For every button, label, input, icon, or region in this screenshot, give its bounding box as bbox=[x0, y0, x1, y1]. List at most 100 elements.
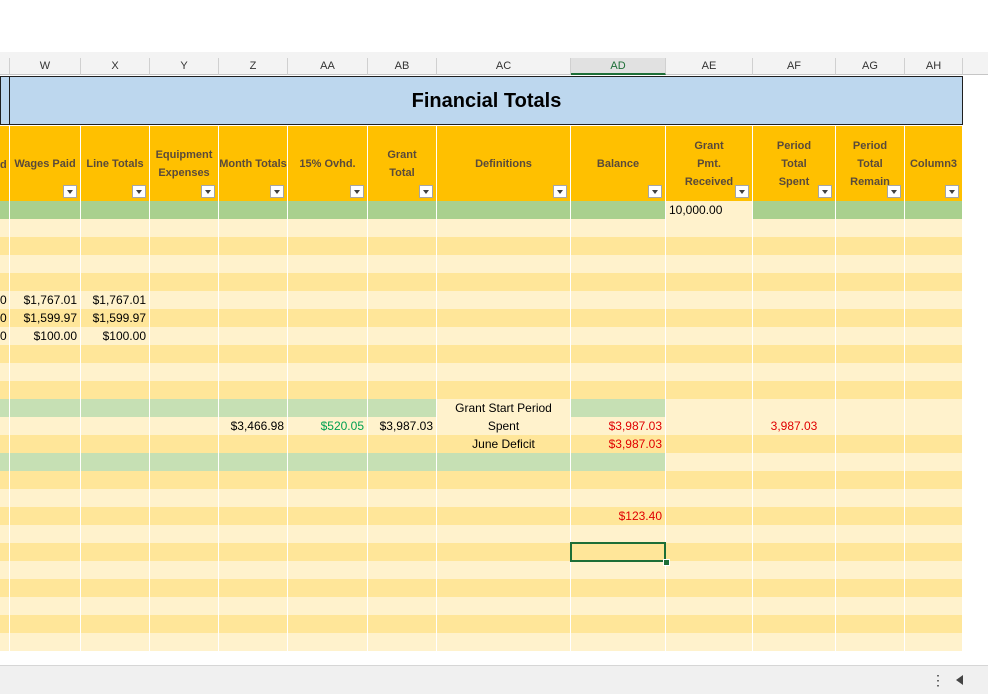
table-cell-w[interactable] bbox=[10, 615, 81, 633]
table-cell-ae[interactable] bbox=[666, 345, 753, 363]
table-cell-ac[interactable]: Spent bbox=[437, 417, 571, 435]
table-cell-ac[interactable] bbox=[437, 597, 571, 615]
table-cell-x[interactable]: $1,767.01 bbox=[81, 291, 150, 309]
table-cell-ac[interactable] bbox=[437, 219, 571, 237]
table-cell-af[interactable] bbox=[753, 489, 836, 507]
table-cell-x[interactable] bbox=[81, 417, 150, 435]
filter-dropdown-icon[interactable] bbox=[201, 185, 215, 198]
column-header-ag[interactable]: AG bbox=[836, 58, 905, 75]
table-cell-w[interactable] bbox=[10, 219, 81, 237]
filter-dropdown-icon[interactable] bbox=[132, 185, 146, 198]
table-cell-ah[interactable] bbox=[905, 471, 963, 489]
table-cell-ac[interactable] bbox=[437, 327, 571, 345]
column-header-partial[interactable] bbox=[0, 58, 10, 75]
table-cell-z[interactable]: $3,466.98 bbox=[219, 417, 288, 435]
table-cell-x[interactable]: $100.00 bbox=[81, 327, 150, 345]
table-cell-z[interactable] bbox=[219, 435, 288, 453]
table-cell-af[interactable] bbox=[753, 273, 836, 291]
table-cell-ah[interactable] bbox=[905, 219, 963, 237]
table-cell-ab[interactable] bbox=[368, 633, 437, 651]
table-cell-x[interactable] bbox=[81, 507, 150, 525]
table-cell-ab[interactable] bbox=[368, 507, 437, 525]
column-header-ae[interactable]: AE bbox=[666, 58, 753, 75]
scroll-left-icon[interactable] bbox=[956, 675, 963, 685]
table-cell-z[interactable] bbox=[219, 327, 288, 345]
table-cell-ac[interactable] bbox=[437, 255, 571, 273]
table-cell-ae[interactable] bbox=[666, 237, 753, 255]
table-cell-ac[interactable] bbox=[437, 579, 571, 597]
table-cell-ah[interactable] bbox=[905, 579, 963, 597]
table-cell-z[interactable] bbox=[219, 489, 288, 507]
table-cell-ad[interactable] bbox=[571, 561, 666, 579]
table-cell-p[interactable] bbox=[0, 579, 10, 597]
filter-dropdown-icon[interactable] bbox=[887, 185, 901, 198]
table-cell-ab[interactable] bbox=[368, 543, 437, 561]
table-cell-w[interactable]: $1,767.01 bbox=[10, 291, 81, 309]
table-cell-ag[interactable] bbox=[836, 255, 905, 273]
table-cell-w[interactable] bbox=[10, 525, 81, 543]
table-cell-ad[interactable] bbox=[571, 471, 666, 489]
table-cell-z[interactable] bbox=[219, 255, 288, 273]
table-cell-z[interactable] bbox=[219, 543, 288, 561]
table-cell-w[interactable] bbox=[10, 237, 81, 255]
table-cell-ag[interactable] bbox=[836, 273, 905, 291]
table-cell-ad[interactable]: $3,987.03 bbox=[571, 435, 666, 453]
table-cell-ab[interactable] bbox=[368, 219, 437, 237]
table-cell-ac[interactable] bbox=[437, 363, 571, 381]
table-cell-ag[interactable] bbox=[836, 309, 905, 327]
table-cell-ab[interactable] bbox=[368, 255, 437, 273]
table-cell-ab[interactable] bbox=[368, 345, 437, 363]
table-cell-ab[interactable] bbox=[368, 597, 437, 615]
table-cell-w[interactable] bbox=[10, 399, 81, 417]
table-cell-af[interactable] bbox=[753, 579, 836, 597]
table-cell-ae[interactable] bbox=[666, 633, 753, 651]
table-cell-p[interactable] bbox=[0, 489, 10, 507]
table-cell-ad[interactable] bbox=[571, 327, 666, 345]
table-cell-p[interactable] bbox=[0, 471, 10, 489]
table-cell-p[interactable]: 0 bbox=[0, 327, 10, 345]
table-cell-ad[interactable] bbox=[571, 579, 666, 597]
table-cell-ah[interactable] bbox=[905, 435, 963, 453]
table-cell-ae[interactable] bbox=[666, 417, 753, 435]
table-cell-ae[interactable] bbox=[666, 219, 753, 237]
table-cell-ah[interactable] bbox=[905, 597, 963, 615]
table-cell-y[interactable] bbox=[150, 399, 219, 417]
table-cell-y[interactable] bbox=[150, 543, 219, 561]
column-header-aa[interactable]: AA bbox=[288, 58, 368, 75]
table-cell-af[interactable] bbox=[753, 525, 836, 543]
filter-dropdown-icon[interactable] bbox=[350, 185, 364, 198]
table-cell-w[interactable] bbox=[10, 345, 81, 363]
table-cell-ae[interactable] bbox=[666, 525, 753, 543]
table-cell-y[interactable] bbox=[150, 597, 219, 615]
table-cell-z[interactable] bbox=[219, 201, 288, 219]
table-cell-z[interactable] bbox=[219, 291, 288, 309]
table-cell-ah[interactable] bbox=[905, 615, 963, 633]
table-cell-aa[interactable] bbox=[288, 435, 368, 453]
table-cell-ae[interactable] bbox=[666, 381, 753, 399]
table-cell-aa[interactable] bbox=[288, 561, 368, 579]
column-header-af[interactable]: AF bbox=[753, 58, 836, 75]
table-cell-x[interactable] bbox=[81, 219, 150, 237]
table-cell-ag[interactable] bbox=[836, 327, 905, 345]
table-cell-af[interactable] bbox=[753, 345, 836, 363]
table-cell-p[interactable] bbox=[0, 273, 10, 291]
table-cell-p[interactable]: 0 bbox=[0, 309, 10, 327]
table-cell-w[interactable]: $100.00 bbox=[10, 327, 81, 345]
table-cell-ae[interactable] bbox=[666, 363, 753, 381]
table-cell-ab[interactable] bbox=[368, 381, 437, 399]
table-cell-aa[interactable] bbox=[288, 597, 368, 615]
table-cell-ad[interactable] bbox=[571, 525, 666, 543]
table-cell-x[interactable] bbox=[81, 345, 150, 363]
table-cell-x[interactable] bbox=[81, 561, 150, 579]
table-cell-ad[interactable] bbox=[571, 201, 666, 219]
table-cell-ag[interactable] bbox=[836, 453, 905, 471]
table-cell-ad[interactable] bbox=[571, 615, 666, 633]
table-cell-aa[interactable] bbox=[288, 489, 368, 507]
table-cell-ac[interactable] bbox=[437, 345, 571, 363]
table-cell-p[interactable] bbox=[0, 345, 10, 363]
table-cell-aa[interactable] bbox=[288, 237, 368, 255]
column-header-z[interactable]: Z bbox=[219, 58, 288, 75]
table-cell-ah[interactable] bbox=[905, 543, 963, 561]
more-options-icon[interactable]: ⋮ bbox=[931, 672, 945, 688]
table-cell-af[interactable] bbox=[753, 309, 836, 327]
